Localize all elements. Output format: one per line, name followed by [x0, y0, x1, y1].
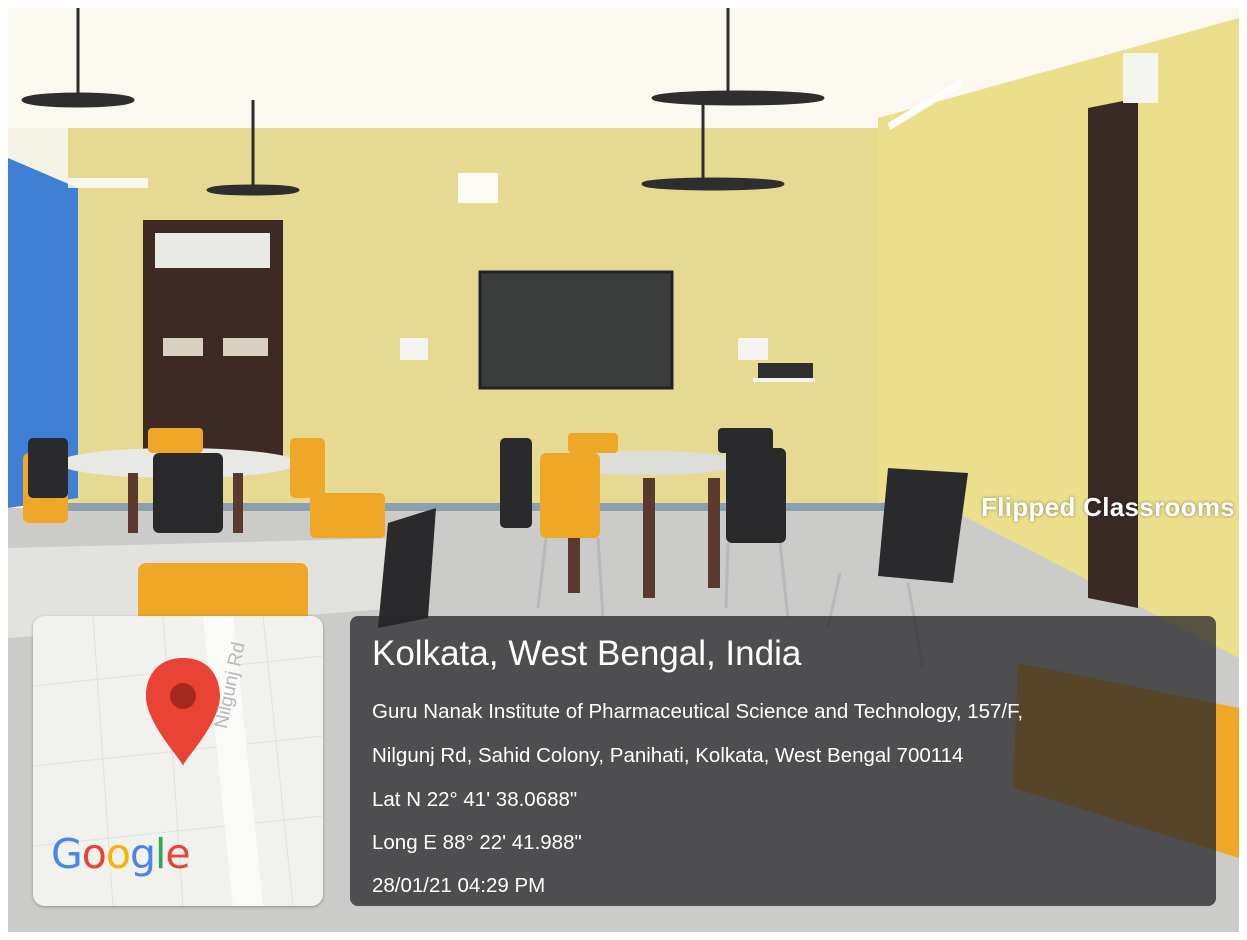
address-line-2: Nilgunj Rd, Sahid Colony, Panihati, Kolk… — [372, 744, 964, 767]
photo-caption: Flipped Classrooms — [981, 492, 1235, 522]
google-logo: Google — [51, 830, 191, 878]
longitude-text: Long E 88° 22' 41.988" — [372, 831, 582, 854]
location-city: Kolkata, West Bengal, India — [372, 634, 802, 673]
address-line-1: Guru Nanak Institute of Pharmaceutical S… — [372, 700, 1024, 723]
location-info-panel: Kolkata, West Bengal, India Guru Nanak I… — [350, 616, 1216, 906]
latitude-text: Lat N 22° 41' 38.0688" — [372, 788, 578, 811]
map-thumbnail[interactable]: Nilgunj Rd Google — [33, 616, 323, 906]
timestamp-text: 28/01/21 04:29 PM — [372, 874, 546, 897]
